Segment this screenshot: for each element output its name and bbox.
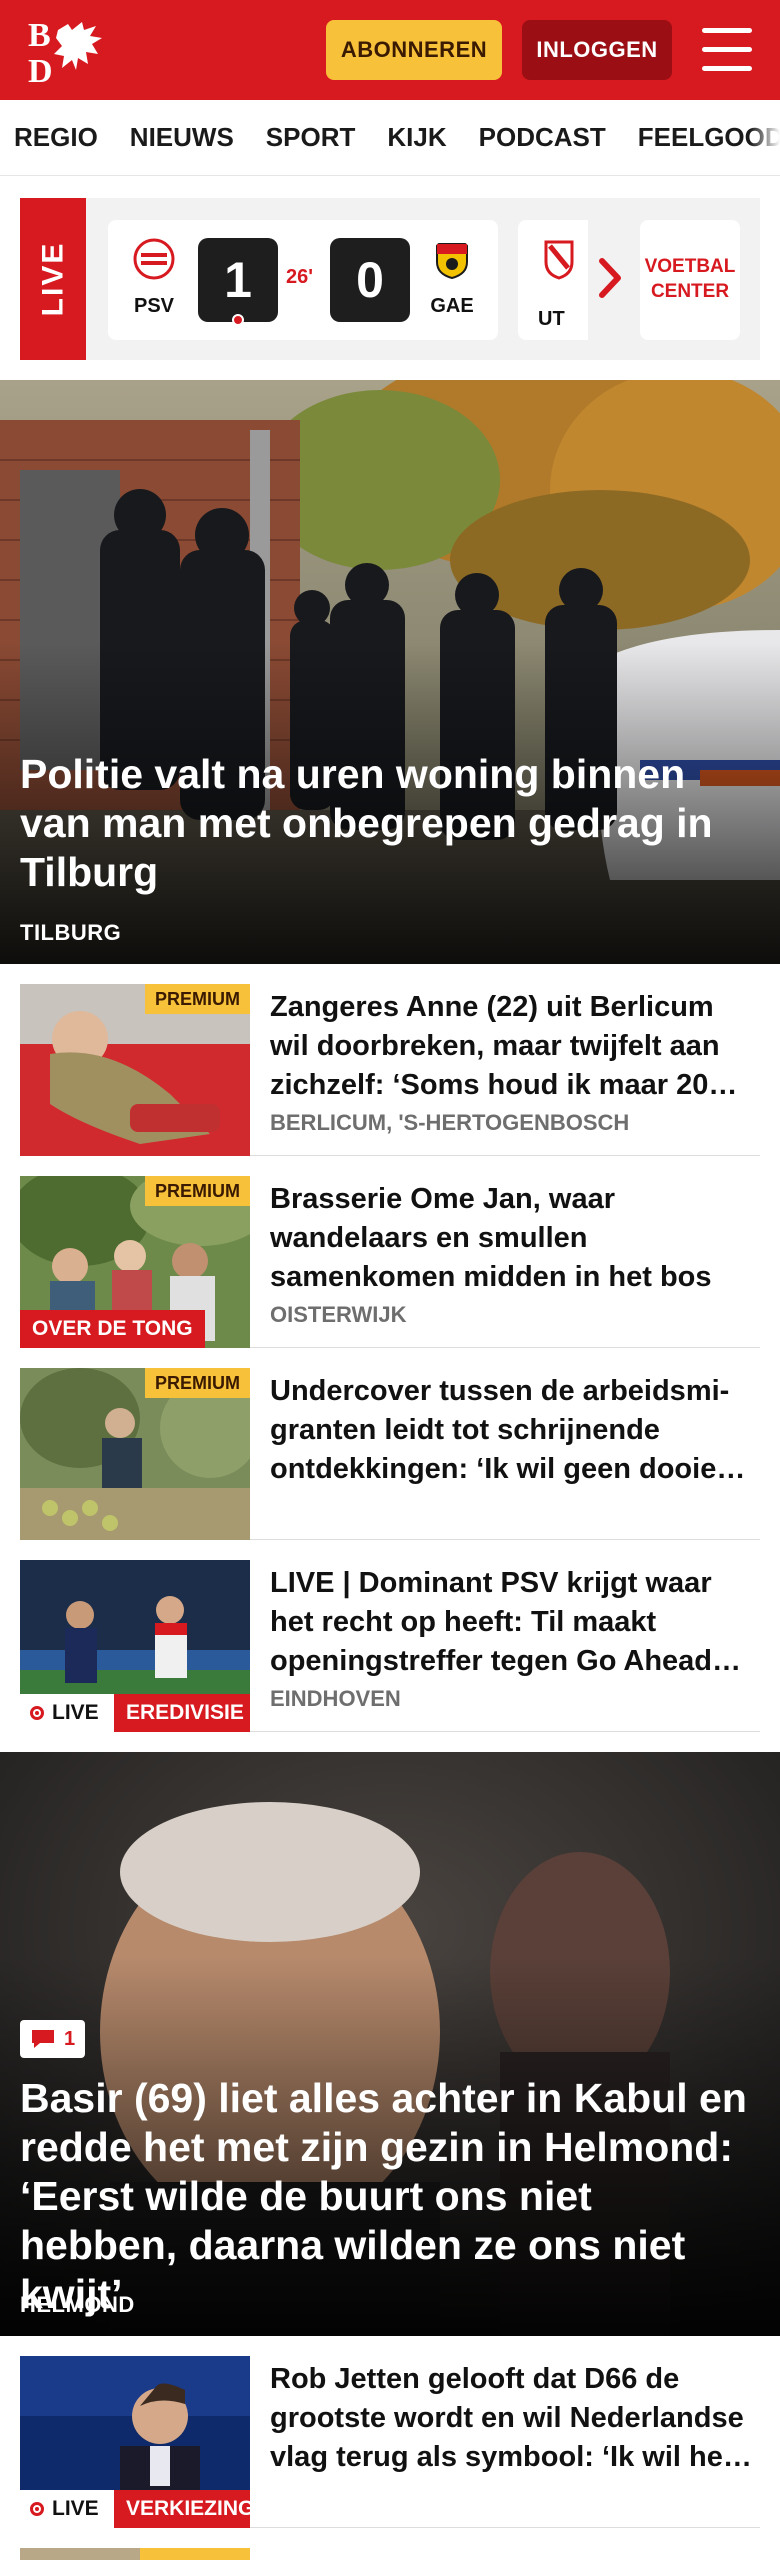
comment-icon xyxy=(32,2030,54,2048)
article-item[interactable]: LIVE EREDIVISIE LIVE | Dominant PSV krij… xyxy=(20,1560,760,1732)
premium-badge: PREMIUM xyxy=(145,984,250,1014)
live-scores-bar: LIVE PSV 1 26' 0 GAE UT VOETBAL CENTER xyxy=(20,198,760,360)
article-item[interactable]: PREMIUM Zangeres Anne (22) uit Berlicum … xyxy=(20,984,760,1156)
article-title: Brasserie Ome Jan, waar wandelaars en sm… xyxy=(270,1183,712,1293)
live-badge: LIVE xyxy=(20,2490,114,2528)
nav-item-regio[interactable]: REGIO xyxy=(14,122,98,153)
article-thumbnail: PREMIUM xyxy=(20,984,250,1156)
article-title: Zangeres Anne (22) uit Berlicum wil door… xyxy=(270,991,720,1101)
article-title: Undercover tussen de arbeidsmi­granten l… xyxy=(270,1375,730,1485)
match-card[interactable]: PSV 1 26' 0 GAE xyxy=(108,220,498,340)
hero-article[interactable]: Politie valt na uren woning binnen van m… xyxy=(0,380,780,964)
article-thumbnail: LIVE VERKIEZINGEN xyxy=(20,2356,250,2528)
category-tag: OVER DE TONG xyxy=(20,1310,205,1348)
nav-item-sport[interactable]: SPORT xyxy=(266,122,356,153)
svg-text:B: B xyxy=(28,17,51,54)
article-location: EINDHOVEN xyxy=(270,1686,401,1711)
article-thumbnail: LIVE EREDIVISIE xyxy=(20,1560,250,1732)
comment-count[interactable]: 1 xyxy=(20,2020,86,2058)
article-item[interactable]: LIVE VERKIEZINGEN Rob Jetten gelooft dat… xyxy=(20,2356,760,2528)
article-title: LIVE | Dominant PSV krijgt waar het rech… xyxy=(270,1567,713,1677)
article-thumbnail: PREMIUM OVER DE TONG xyxy=(20,1176,250,1348)
hero-title: Politie valt na uren woning binnen van m… xyxy=(20,751,713,895)
article-title: Rob Jetten gelooft dat D66 de grootste w… xyxy=(270,2363,744,2473)
next-match-card[interactable]: UT xyxy=(518,220,588,340)
hero-location: TILBURG xyxy=(20,920,122,945)
premium-badge: PREMIUM xyxy=(145,1368,250,1398)
chevron-right-icon[interactable] xyxy=(590,253,630,303)
premium-badge xyxy=(140,2548,250,2560)
live-tag: LIVE xyxy=(20,198,86,360)
nav-fade xyxy=(750,100,780,175)
site-header: B D ABONNEREN INLOGGEN xyxy=(0,0,780,100)
home-team: PSV xyxy=(124,238,184,318)
psv-crest-icon xyxy=(133,238,175,280)
article-thumbnail-partial[interactable] xyxy=(20,2548,250,2560)
nav-item-nieuws[interactable]: NIEUWS xyxy=(130,122,234,153)
article-thumbnail: PREMIUM xyxy=(20,1368,250,1540)
featured-article[interactable]: 1 Basir (69) liet alles achter in Kabul … xyxy=(0,1752,780,2336)
live-dot-icon xyxy=(232,314,244,326)
login-button[interactable]: INLOGGEN xyxy=(522,20,672,80)
article-item[interactable]: PREMIUM OVER DE TONG Brasserie Ome Jan, … xyxy=(20,1176,760,1348)
live-badge: LIVE xyxy=(20,1694,114,1732)
home-team-abbr: PSV xyxy=(133,295,175,317)
gae-crest-icon xyxy=(436,243,468,280)
away-team: GAE xyxy=(422,238,482,318)
bd-logo[interactable]: B D xyxy=(26,16,116,86)
home-score: 1 xyxy=(198,238,278,322)
match-minute: 26' xyxy=(286,266,314,288)
category-tag: VERKIEZINGEN xyxy=(114,2490,250,2528)
main-nav: REGIO NIEUWS SPORT KIJK PODCAST FEELGOOD xyxy=(0,100,780,176)
away-team-abbr: GAE xyxy=(430,295,474,317)
nav-item-podcast[interactable]: PODCAST xyxy=(479,122,606,153)
featured-title: Basir (69) liet alles achter in Kabul en… xyxy=(20,2075,747,2317)
hamburger-icon[interactable] xyxy=(702,28,752,72)
category-tag: EREDIVISIE xyxy=(114,1694,250,1732)
featured-location: HELMOND xyxy=(20,2292,135,2317)
away-score: 0 xyxy=(330,238,410,322)
article-location: BERLICUM, 'S-HERTOGENBOSCH xyxy=(270,1110,630,1135)
live-dot-icon xyxy=(30,1706,44,1720)
premium-badge: PREMIUM xyxy=(145,1176,250,1206)
next-team-abbr: UT xyxy=(538,308,565,330)
svg-text:D: D xyxy=(28,53,53,86)
utrecht-crest-icon xyxy=(544,240,574,280)
article-location: OISTERWIJK xyxy=(270,1302,407,1327)
subscribe-button[interactable]: ABONNEREN xyxy=(326,20,502,80)
nav-item-kijk[interactable]: KIJK xyxy=(387,122,446,153)
live-dot-icon xyxy=(30,2502,44,2516)
article-item[interactable]: PREMIUM Undercover tussen de arbeidsmi­g… xyxy=(20,1368,760,1540)
voetbal-center-button[interactable]: VOETBAL CENTER xyxy=(640,220,740,340)
